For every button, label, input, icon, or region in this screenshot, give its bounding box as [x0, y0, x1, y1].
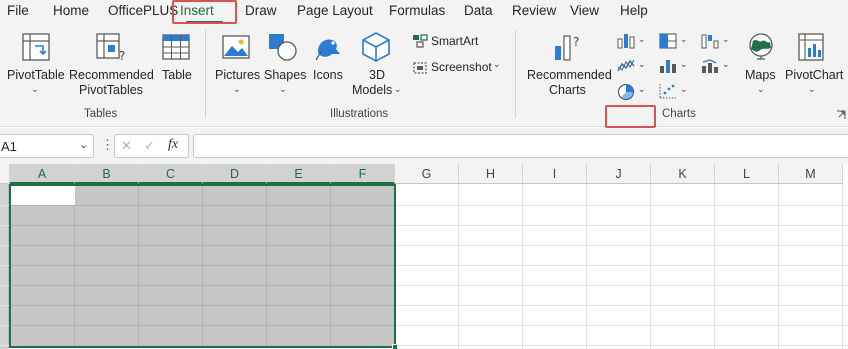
statistic-chart-icon	[660, 60, 676, 73]
smartart-icon	[413, 34, 428, 48]
pie-chart-highlight	[605, 105, 656, 128]
pictures-icon	[222, 35, 250, 59]
chevron-down-icon: ⌄	[394, 84, 402, 94]
waterfall-chart-icon	[701, 34, 719, 49]
column-header[interactable]: A	[10, 164, 75, 184]
smartart-label: SmartArt	[431, 34, 479, 48]
tab-page-layout[interactable]: Page Layout	[297, 0, 373, 24]
chevron-down-icon: ⌄	[722, 34, 730, 44]
insert-tab-highlight	[172, 0, 237, 24]
tab-formulas[interactable]: Formulas	[389, 0, 445, 24]
chevron-down-icon: ⌄	[722, 59, 730, 69]
recommended-charts-icon: ?	[555, 35, 579, 61]
combo-chart-icon	[702, 59, 718, 73]
tab-file[interactable]: File	[7, 0, 29, 24]
column-header[interactable]: L	[715, 164, 779, 184]
name-box[interactable]: A1 ⌄	[0, 134, 94, 158]
formula-input[interactable]	[193, 134, 848, 158]
cancel-icon[interactable]: ✕	[121, 138, 132, 154]
pivottable-icon	[22, 33, 50, 61]
column-header[interactable]: M	[779, 164, 843, 184]
ribbon-divider	[515, 30, 516, 118]
column-chart-icon	[617, 34, 635, 49]
3d-models-label-line1: 3D	[369, 68, 385, 82]
svg-text:?: ?	[573, 35, 579, 49]
3d-models-label-line2: Models	[352, 83, 393, 97]
chevron-down-icon: ⌄	[638, 34, 646, 44]
chevron-down-icon: ⌄	[233, 84, 241, 94]
chevron-down-icon: ⌄	[279, 84, 287, 94]
column-header[interactable]: B	[75, 164, 139, 184]
tab-help[interactable]: Help	[620, 0, 648, 24]
chevron-down-icon: ⌄	[680, 34, 688, 44]
column-header[interactable]: I	[523, 164, 587, 184]
recommended-pivottables-label-line2: PivotTables	[79, 83, 143, 97]
formula-buttons: ✕ ✓ fx	[114, 134, 189, 158]
pictures-label: Pictures	[215, 68, 261, 82]
recommended-pivottables-label-line1: Recommended	[69, 68, 154, 82]
tables-group-label: Tables	[84, 108, 118, 120]
column-header[interactable]: D	[203, 164, 267, 184]
recommended-charts-label-line2: Charts	[549, 83, 586, 97]
recommended-pivottable-icon: ?	[96, 33, 125, 62]
table-icon	[162, 34, 190, 60]
screenshot-icon	[413, 62, 427, 74]
menu-bar: File Home OfficePLUS Insert Draw Page La…	[0, 0, 848, 24]
column-header[interactable]: C	[139, 164, 203, 184]
select-all-corner[interactable]	[0, 164, 10, 184]
icons-icon	[315, 39, 340, 61]
column-header[interactable]: J	[587, 164, 651, 184]
scatter-chart-icon	[659, 84, 676, 99]
more-options-icon[interactable]: ⋮	[101, 137, 114, 153]
illustrations-group-label: Illustrations	[330, 108, 389, 120]
selection-border	[9, 184, 396, 348]
tab-review[interactable]: Review	[512, 0, 556, 24]
chevron-down-icon: ⌄	[808, 84, 816, 94]
worksheet-grid[interactable]: A B C D E F G H I J K L M	[0, 164, 848, 349]
globe-icon	[749, 33, 773, 60]
chevron-down-icon: ⌄	[680, 84, 688, 94]
pivotchart-label: PivotChart	[785, 68, 844, 82]
recommended-charts-label-line1: Recommended	[527, 68, 612, 82]
insert-function-button[interactable]: fx	[168, 137, 178, 153]
maps-label: Maps	[745, 68, 776, 82]
shapes-label: Shapes	[264, 68, 307, 82]
ribbon-divider	[205, 30, 206, 118]
column-header[interactable]: E	[267, 164, 331, 184]
3d-cube-icon	[362, 32, 390, 62]
svg-text:?: ?	[119, 49, 125, 62]
enter-icon[interactable]: ✓	[144, 138, 155, 154]
icons-label: Icons	[313, 68, 343, 82]
tab-officeplus[interactable]: OfficePLUS	[108, 0, 178, 24]
column-header[interactable]: G	[395, 164, 459, 184]
name-box-value: A1	[1, 139, 17, 154]
chevron-down-icon: ⌄	[493, 59, 501, 69]
formula-bar: A1 ⌄ ⋮ ✕ ✓ fx	[0, 128, 848, 164]
charts-group-label: Charts	[662, 108, 696, 120]
pivotchart-icon	[798, 33, 824, 61]
tab-data[interactable]: Data	[464, 0, 493, 24]
fill-handle[interactable]	[392, 344, 398, 349]
tab-home[interactable]: Home	[53, 0, 89, 24]
table-label: Table	[162, 68, 192, 82]
column-header[interactable]: K	[651, 164, 715, 184]
shapes-icon	[269, 34, 297, 61]
screenshot-label: Screenshot	[431, 60, 492, 74]
dialog-launcher-icon[interactable]	[836, 110, 846, 120]
line-chart-icon	[617, 59, 635, 72]
column-header[interactable]: F	[331, 164, 395, 184]
tab-view[interactable]: View	[570, 0, 599, 24]
chevron-down-icon: ⌄	[638, 84, 646, 94]
chevron-down-icon: ⌄	[31, 84, 39, 94]
column-header[interactable]: H	[459, 164, 523, 184]
chevron-down-icon: ⌄	[638, 59, 646, 69]
chevron-down-icon: ⌄	[757, 84, 765, 94]
hierarchy-chart-icon	[659, 33, 677, 49]
ribbon: PivotTable ⌄ ? Recommended PivotTables T…	[0, 24, 848, 128]
pie-chart-icon	[617, 83, 635, 101]
tab-draw[interactable]: Draw	[245, 0, 277, 24]
pivottable-label: PivotTable	[7, 68, 65, 82]
chevron-down-icon: ⌄	[680, 59, 688, 69]
chevron-down-icon[interactable]: ⌄	[79, 138, 88, 151]
